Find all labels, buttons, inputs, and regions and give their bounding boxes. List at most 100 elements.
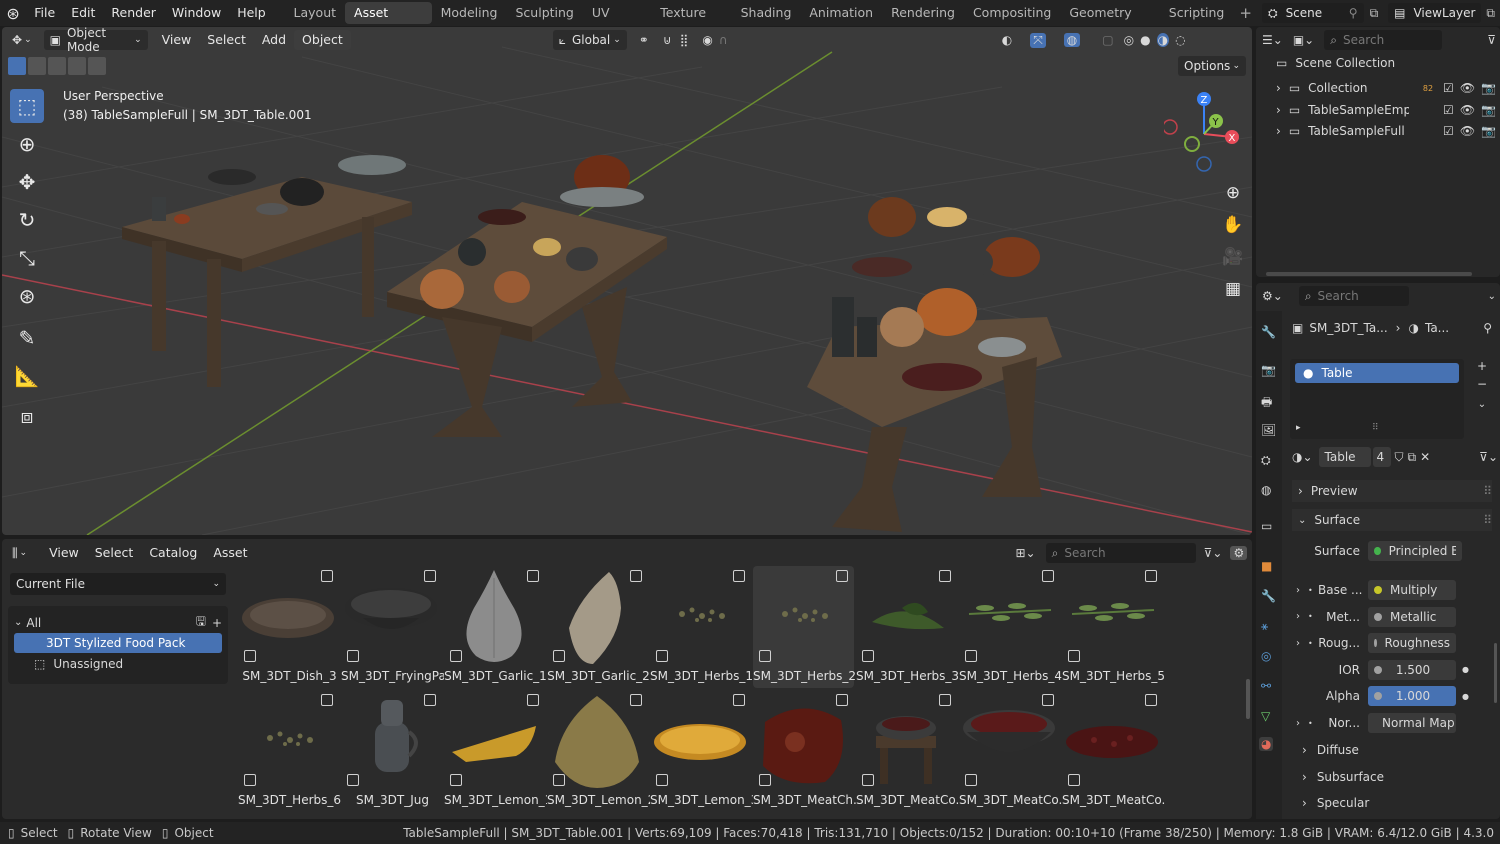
- include-checkbox-icon[interactable]: ☑: [1443, 81, 1454, 95]
- move-tool-icon[interactable]: ✥: [10, 165, 44, 199]
- expand-input-icon[interactable]: ›: [1296, 611, 1308, 622]
- zoom-icon[interactable]: ⊕: [1216, 177, 1250, 209]
- tab-asset-browser[interactable]: Asset Browser: [345, 2, 432, 42]
- pivot-icon[interactable]: ⚭: [639, 33, 649, 47]
- outliner-search-input[interactable]: ⌕ Search: [1324, 30, 1443, 50]
- snap-icon[interactable]: ⊍: [663, 33, 672, 47]
- properties-scrollbar[interactable]: [1494, 643, 1497, 703]
- outliner-item[interactable]: › ▭ Collection 82 ☑ 👁 📷: [1276, 78, 1496, 98]
- camera-render-icon[interactable]: 📷: [1481, 81, 1496, 95]
- asset-thumbnail[interactable]: SM_3DT_Herbs_1: [650, 566, 753, 688]
- properties-search-input[interactable]: ⌕ Search: [1298, 286, 1409, 306]
- edit-asset-icon[interactable]: [1042, 694, 1054, 706]
- user-count[interactable]: 4: [1372, 447, 1391, 467]
- asset-search-input[interactable]: ⌕ Search: [1045, 543, 1196, 563]
- save-catalog-icon[interactable]: 🖫: [196, 612, 206, 633]
- asset-checkbox[interactable]: [862, 650, 874, 662]
- material-browse-icon[interactable]: ◑⌄: [1292, 450, 1313, 464]
- display-mode-icon[interactable]: ⊞⌄: [1016, 546, 1036, 560]
- render-tab-icon[interactable]: 📷: [1261, 363, 1276, 377]
- xray-icon[interactable]: ▢: [1102, 33, 1113, 47]
- expand-input-icon[interactable]: ›: [1296, 718, 1308, 729]
- catalog-all[interactable]: ⌄ All 🖫 +: [14, 612, 222, 633]
- subpanel-subsurface[interactable]: › Subsurface: [1302, 767, 1384, 787]
- tab-layout[interactable]: Layout: [285, 2, 346, 24]
- snap-grid-icon[interactable]: ⣿: [680, 33, 689, 47]
- subpanel-diffuse[interactable]: › Diffuse: [1302, 740, 1359, 760]
- asset-scrollbar[interactable]: [1246, 679, 1250, 719]
- shading-rendered-icon[interactable]: ◌: [1175, 33, 1185, 47]
- duplicate-icon[interactable]: ⧉: [1408, 450, 1417, 465]
- expand-icon[interactable]: ▸: [1296, 423, 1301, 433]
- collection-tab-icon[interactable]: ▭: [1261, 519, 1272, 533]
- blender-logo-icon[interactable]: ⊛: [0, 4, 26, 23]
- subpanel-specular[interactable]: › Specular: [1302, 793, 1369, 813]
- asset-thumbnail[interactable]: SM_3DT_Herbs_5: [1062, 566, 1165, 688]
- asset-thumbnail[interactable]: SM_3DT_Garlic_1: [444, 566, 547, 688]
- edit-asset-icon[interactable]: [424, 570, 436, 582]
- edit-asset-icon[interactable]: [1145, 570, 1157, 582]
- menu-view[interactable]: View: [154, 27, 200, 53]
- ortho-grid-icon[interactable]: ▦: [1216, 273, 1250, 305]
- new-view-layer-icon[interactable]: ⧉: [1481, 6, 1500, 21]
- tab-compositing[interactable]: Compositing: [964, 2, 1060, 24]
- tab-texture-paint[interactable]: Texture Paint: [651, 2, 731, 42]
- select-new-icon[interactable]: [8, 57, 26, 75]
- add-catalog-icon[interactable]: +: [212, 616, 222, 630]
- asset-thumbnail[interactable]: SM_3DT_Jug: [341, 690, 442, 812]
- surface-shader-field[interactable]: Principled B...: [1368, 541, 1462, 561]
- asset-thumbnail[interactable]: SM_3DT_MeatCo...: [1062, 690, 1165, 812]
- panel-surface[interactable]: ⌄ Surface ⠿: [1292, 509, 1492, 531]
- edit-asset-icon[interactable]: [733, 694, 745, 706]
- proportional-icon[interactable]: ◉: [702, 33, 712, 47]
- asset-thumbnail[interactable]: SM_3DT_Herbs_6: [238, 690, 341, 812]
- rotate-tool-icon[interactable]: ↻: [10, 203, 44, 237]
- asset-checkbox[interactable]: [965, 650, 977, 662]
- input-value-field[interactable]: Roughness: [1368, 633, 1456, 654]
- asset-thumbnail[interactable]: SM_3DT_Garlic_2: [547, 566, 650, 688]
- particles-tab-icon[interactable]: ⚹: [1261, 619, 1268, 634]
- camera-render-icon[interactable]: 📷: [1481, 124, 1496, 138]
- edit-asset-icon[interactable]: [1042, 570, 1054, 582]
- table-full-3[interactable]: [807, 197, 1062, 532]
- filter-icon[interactable]: ⊽⌄: [1204, 546, 1223, 560]
- select-intersect-icon[interactable]: [88, 57, 106, 75]
- asset-checkbox[interactable]: [759, 650, 771, 662]
- asset-checkbox[interactable]: [450, 774, 462, 786]
- asset-thumbnail[interactable]: SM_3DT_Lemon_1: [444, 690, 547, 812]
- menu-render[interactable]: Render: [103, 0, 164, 26]
- menu-window[interactable]: Window: [164, 0, 229, 26]
- constraints-tab-icon[interactable]: ⚯: [1261, 679, 1271, 693]
- asset-thumbnail[interactable]: SM_3DT_Herbs_4: [959, 566, 1062, 688]
- mode-selector[interactable]: ▣ Object Mode ⌄: [43, 27, 148, 54]
- add-cube-tool-icon[interactable]: ⧈: [10, 399, 44, 433]
- input-value-field[interactable]: Normal Map: [1368, 713, 1456, 733]
- data-tab-icon[interactable]: ▽: [1261, 709, 1270, 723]
- eye-icon[interactable]: 👁: [1460, 103, 1475, 117]
- asset-menu-view[interactable]: View: [41, 540, 87, 566]
- chevron-right-icon[interactable]: ›: [1276, 124, 1281, 138]
- shading-wireframe-icon[interactable]: ◎: [1124, 33, 1134, 47]
- camera-render-icon[interactable]: 📷: [1481, 103, 1496, 117]
- asset-checkbox[interactable]: [347, 774, 359, 786]
- menu-select[interactable]: Select: [199, 27, 254, 53]
- select-invert-icon[interactable]: [68, 57, 86, 75]
- menu-help[interactable]: Help: [229, 0, 274, 26]
- view-layer-tab-icon[interactable]: 🖼: [1261, 423, 1276, 437]
- edit-asset-icon[interactable]: [630, 694, 642, 706]
- panel-preview[interactable]: › Preview ⠿: [1292, 480, 1492, 502]
- chevron-down-icon[interactable]: ⌄: [1488, 291, 1496, 302]
- properties-editor-icon[interactable]: ⚙⌄: [1262, 289, 1283, 303]
- edit-asset-icon[interactable]: [1145, 694, 1157, 706]
- input-value-field[interactable]: Metallic: [1368, 606, 1456, 627]
- asset-checkbox[interactable]: [553, 774, 565, 786]
- asset-checkbox[interactable]: [656, 774, 668, 786]
- edit-asset-icon[interactable]: [424, 694, 436, 706]
- asset-menu-catalog[interactable]: Catalog: [141, 540, 205, 566]
- edit-asset-icon[interactable]: [836, 570, 848, 582]
- asset-checkbox[interactable]: [656, 650, 668, 662]
- output-tab-icon[interactable]: 🖶: [1261, 393, 1272, 414]
- expand-input-icon[interactable]: ›: [1296, 638, 1308, 649]
- edit-asset-icon[interactable]: [321, 694, 333, 706]
- tab-sculpting[interactable]: Sculpting: [507, 2, 583, 24]
